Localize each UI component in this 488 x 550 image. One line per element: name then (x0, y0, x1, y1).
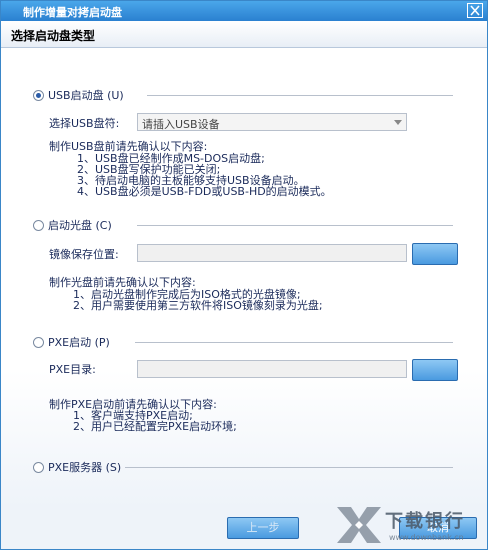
pxe-dir-input[interactable] (137, 360, 407, 378)
pxe-option[interactable]: PXE启动 (P) (33, 335, 110, 349)
cd-radio[interactable] (33, 219, 44, 231)
step-title: 选择启动盘类型 (11, 29, 96, 43)
previous-button[interactable]: 上一步 (227, 517, 299, 539)
usb-drive-value: 请插入USB设备 (142, 118, 220, 131)
step-header: 选择启动盘类型 (1, 21, 487, 48)
pxe-dir-label: PXE目录: (49, 363, 96, 376)
usb-option[interactable]: USB启动盘 (U) (33, 88, 124, 102)
cd-path-input[interactable] (137, 244, 407, 262)
usb-divider (147, 95, 453, 96)
close-button[interactable] (467, 3, 483, 18)
pxe-note: 2、用户已经配置完PXE启动环境; (73, 420, 237, 433)
title-bar[interactable]: 制作增量对拷启动盘 (1, 1, 487, 21)
usb-note: 4、USB盘必须是USB-FDD或USB-HD的启动模式。 (77, 185, 332, 198)
watermark-url: www.downbank.cn (389, 533, 464, 542)
pxe-server-radio[interactable] (33, 461, 44, 473)
usb-radio[interactable] (33, 89, 44, 101)
dialog-window: 制作增量对拷启动盘 选择启动盘类型 USB启动盘 (U) 选择USB盘符: 请插… (0, 0, 488, 550)
cd-radio-label: 启动光盘 (C) (48, 219, 112, 232)
cd-path-label: 镜像保存位置: (49, 248, 119, 261)
watermark-brand: 下载银行 (385, 511, 465, 532)
pxe-server-option[interactable]: PXE服务器 (S) (33, 460, 121, 474)
pxe-server-divider (125, 467, 453, 468)
usb-radio-label: USB启动盘 (U) (48, 89, 124, 102)
pxe-radio-label: PXE启动 (P) (48, 336, 110, 349)
chevron-down-icon (394, 120, 402, 125)
pxe-browse-button[interactable] (412, 359, 458, 381)
watermark: 下载银行 www.downbank.cn (333, 501, 483, 547)
cd-option[interactable]: 启动光盘 (C) (33, 218, 112, 232)
cd-browse-button[interactable] (412, 243, 458, 265)
pxe-divider (135, 342, 453, 343)
cd-divider (137, 225, 453, 226)
close-icon (470, 5, 480, 16)
cd-note: 2、用户需要使用第三方软件将ISO镜像刻录为光盘; (73, 299, 323, 312)
pxe-radio[interactable] (33, 336, 44, 348)
usb-drive-select[interactable]: 请插入USB设备 (137, 113, 407, 131)
usb-drive-label: 选择USB盘符: (49, 117, 120, 130)
pxe-server-radio-label: PXE服务器 (S) (48, 461, 122, 474)
window-title: 制作增量对拷启动盘 (23, 6, 122, 19)
